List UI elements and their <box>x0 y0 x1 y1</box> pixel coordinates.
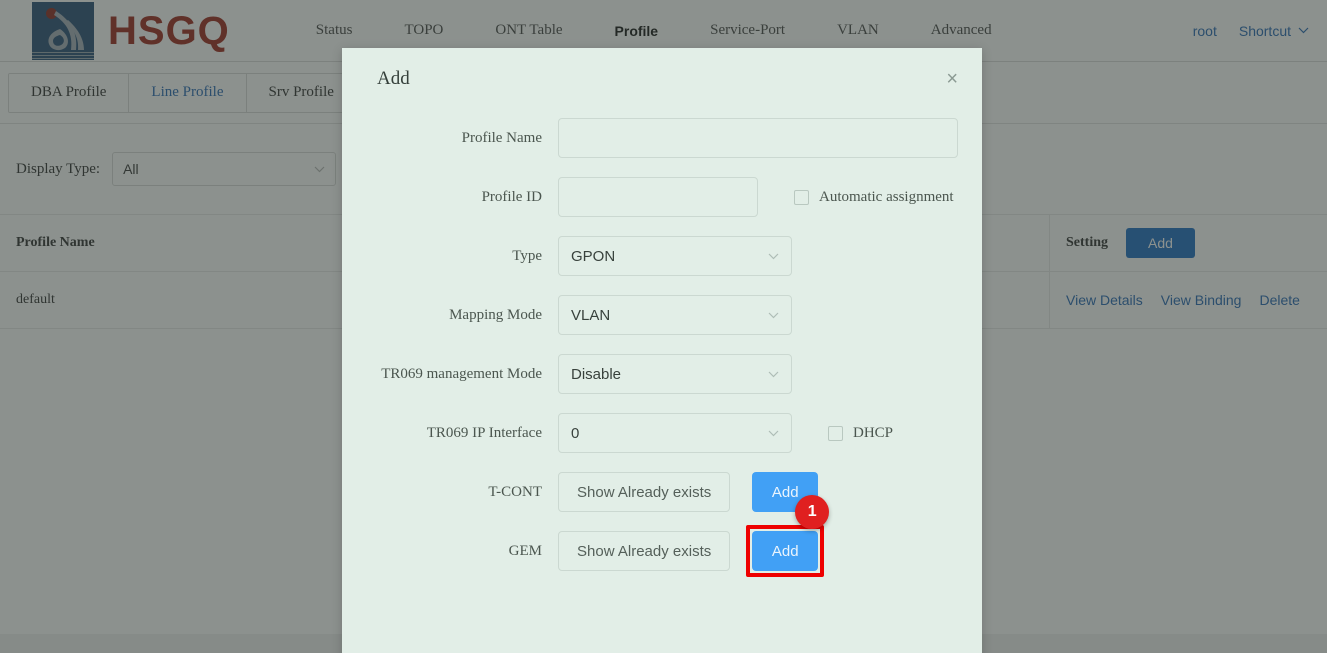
tr069-mode-value: Disable <box>571 365 622 383</box>
gem-add-button[interactable]: Add <box>752 531 819 571</box>
profile-name-input[interactable] <box>558 118 958 158</box>
profile-name-label: Profile Name <box>461 129 542 146</box>
application-window: HSGQ Status TOPO ONT Table Profile Servi… <box>0 0 1327 653</box>
field-row-gem: GEM Show Already exists Add 1 <box>342 495 982 577</box>
chevron-down-icon <box>768 430 779 436</box>
field-row-tcont: T-CONT Show Already exists Add <box>342 472 982 512</box>
field-row-profile-name: Profile Name <box>342 118 982 158</box>
type-label: Type <box>512 247 542 264</box>
mapping-mode-select[interactable]: VLAN <box>558 295 792 335</box>
field-row-tr069-mode: TR069 management Mode Disable <box>342 354 982 394</box>
mapping-mode-value: VLAN <box>571 306 611 324</box>
automatic-assignment-group: Automatic assignment <box>794 189 954 206</box>
step-badge: 1 <box>795 495 830 529</box>
dialog-header: Add × <box>342 48 982 110</box>
dhcp-checkbox[interactable] <box>828 425 843 441</box>
tcont-show-existing-button[interactable]: Show Already exists <box>558 472 731 512</box>
mapping-mode-label: Mapping Mode <box>449 306 542 323</box>
tr069-ip-label: TR069 IP Interface <box>426 424 542 441</box>
tr069-mode-label: TR069 management Mode <box>381 365 542 382</box>
dialog-body: Profile Name Profile ID Automatic assign… <box>342 110 982 577</box>
dhcp-group: DHCP <box>828 425 893 442</box>
gem-show-existing-button[interactable]: Show Already exists <box>558 531 731 571</box>
dialog-title: Add <box>377 68 410 89</box>
tr069-ip-select[interactable]: 0 <box>558 413 792 453</box>
tr069-ip-value: 0 <box>571 424 580 442</box>
tcont-label: T-CONT <box>488 483 542 500</box>
field-row-tr069-ip: TR069 IP Interface 0 DHCP <box>342 413 982 453</box>
profile-id-input[interactable] <box>558 177 758 217</box>
automatic-assignment-checkbox[interactable] <box>794 189 809 205</box>
type-select[interactable]: GPON <box>558 236 792 276</box>
dhcp-label: DHCP <box>853 424 894 441</box>
profile-id-label: Profile ID <box>481 188 542 205</box>
automatic-assignment-label: Automatic assignment <box>819 188 954 205</box>
field-row-profile-id: Profile ID Automatic assignment <box>342 177 982 217</box>
field-row-mapping-mode: Mapping Mode VLAN <box>342 295 982 335</box>
add-line-profile-dialog: Add × Profile Name Profile ID Automatic … <box>342 48 982 653</box>
tr069-mode-select[interactable]: Disable <box>558 354 792 394</box>
field-row-type: Type GPON <box>342 236 982 276</box>
type-value: GPON <box>571 247 616 265</box>
chevron-down-icon <box>768 371 779 377</box>
gem-add-highlight-wrapper: Add 1 <box>746 495 830 577</box>
chevron-down-icon <box>768 312 779 318</box>
chevron-down-icon <box>768 253 779 259</box>
gem-label: GEM <box>508 542 542 559</box>
close-icon[interactable]: × <box>946 69 958 89</box>
